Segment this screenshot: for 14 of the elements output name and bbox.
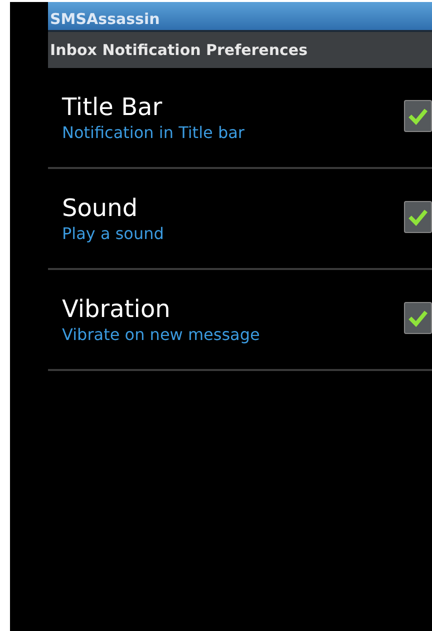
app-title: SMSAssassin	[50, 12, 160, 30]
check-icon	[408, 107, 428, 125]
checkbox[interactable]	[404, 100, 432, 132]
preference-title: Vibration	[62, 296, 172, 320]
check-icon	[408, 208, 428, 226]
checkbox[interactable]	[404, 201, 432, 233]
preference-title: Title Bar	[62, 94, 164, 118]
check-icon	[408, 309, 428, 327]
preference-title: Sound	[62, 196, 139, 220]
preference-summary: Notification in Title bar	[62, 124, 244, 140]
header-title: Inbox Notification Preferences	[50, 40, 308, 61]
preference-summary: Vibrate on new message	[62, 326, 260, 342]
checkbox[interactable]	[404, 302, 432, 334]
preference-summary: Play a sound	[62, 226, 164, 242]
